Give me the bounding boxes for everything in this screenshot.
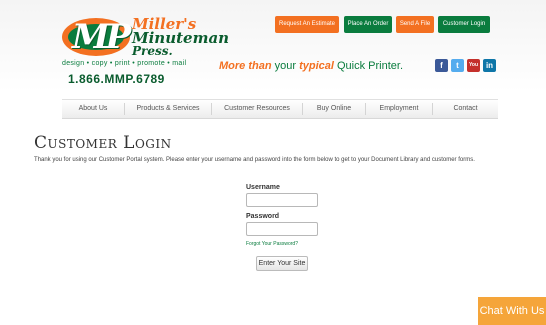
slogan-text-1: your <box>271 60 300 72</box>
nav-item-products[interactable]: Products & Services <box>125 100 211 118</box>
intro-text: Thank you for using our Customer Portal … <box>34 157 475 163</box>
phone-number: 1.866.MMP.6789 <box>68 72 165 86</box>
slogan: More than your typical Quick Printer. <box>219 60 403 72</box>
nav-item-buy-online[interactable]: Buy Online <box>303 100 365 118</box>
enter-site-button[interactable]: Enter Your Site <box>256 256 308 271</box>
request-estimate-button[interactable]: Request An Estimate <box>275 16 339 33</box>
password-field[interactable] <box>246 222 318 236</box>
customer-login-button[interactable]: Customer Login <box>438 16 490 33</box>
nav-item-employment[interactable]: Employment <box>366 100 432 118</box>
slogan-emphasis-1: More than <box>219 60 272 72</box>
username-field[interactable] <box>246 193 318 207</box>
slogan-text-2: Quick Printer. <box>333 60 404 72</box>
page-title: Customer Login <box>34 133 172 153</box>
forgot-password-link[interactable]: Forgot Your Password? <box>246 241 298 247</box>
nav-item-resources[interactable]: Customer Resources <box>212 100 302 118</box>
company-logo[interactable]: MP Miller's Minuteman Press. design • co… <box>62 14 229 86</box>
linkedin-icon[interactable]: in <box>483 59 496 72</box>
brand-name-line3: Press. <box>132 44 173 58</box>
slogan-emphasis-2: typical <box>299 60 334 72</box>
twitter-icon[interactable]: t <box>451 59 464 72</box>
main-navigation: About Us Products & Services Customer Re… <box>62 99 498 119</box>
password-label: Password <box>246 213 280 220</box>
facebook-icon[interactable]: f <box>435 59 448 72</box>
nav-item-contact[interactable]: Contact <box>433 100 498 118</box>
chat-with-us-button[interactable]: Chat With Us <box>478 297 546 325</box>
brand-tagline: design • copy • print • promote • mail <box>62 60 187 67</box>
nav-item-about[interactable]: About Us <box>62 100 124 118</box>
place-order-button[interactable]: Place An Order <box>344 16 392 33</box>
send-file-button[interactable]: Send A File <box>396 16 434 33</box>
username-label: Username <box>246 184 280 191</box>
logo-mark-icon: MP <box>62 17 131 57</box>
youtube-icon[interactable]: You <box>467 59 480 72</box>
logo-mark-text: MP <box>72 17 131 57</box>
